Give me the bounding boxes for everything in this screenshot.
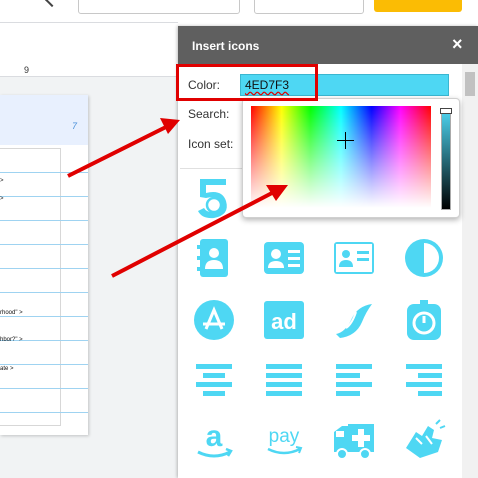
annotation-arrows: [67, 118, 288, 278]
annotation-arrowhead-icon: [160, 118, 180, 134]
annotation-arrow-line: [67, 125, 167, 178]
annotation-arrow-line: [111, 191, 273, 278]
